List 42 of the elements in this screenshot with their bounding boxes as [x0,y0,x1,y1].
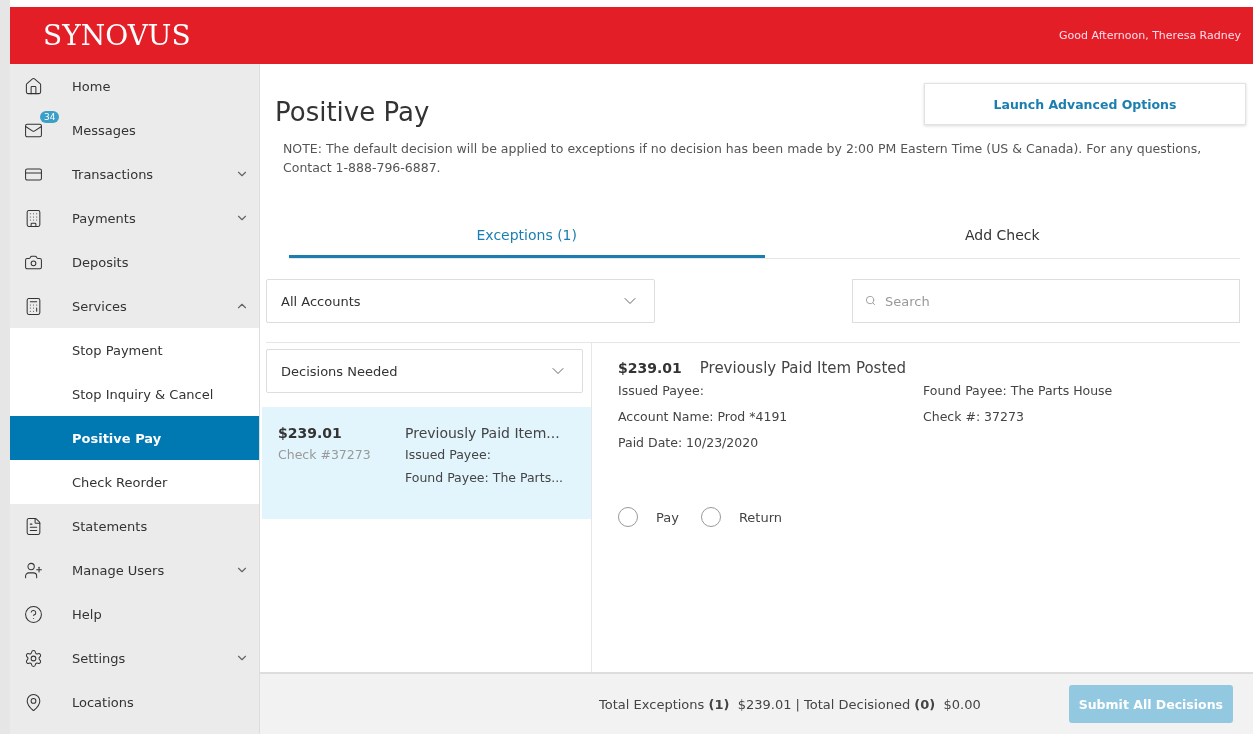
note-text: NOTE: The default decision will be applied to exceptions if no decision has been made by 2:00 PM Eastern Time (US & Canada). For any questions, Contact 1-888-796-6887. [282,140,1203,177]
page-title: Positive Pay [275,97,430,127]
detail-title: Previously Paid Item Posted [699,359,907,377]
item-text: Issued Payee: [405,447,492,462]
radio-label: Return [738,509,783,525]
logo[interactable]: SYNOVUS [43,19,191,52]
totals-text: Total Exceptions (1) $239.01 | Total Decisioned (0) $0.00 [599,696,981,712]
nav-icon [24,560,43,580]
radio-button[interactable] [700,507,721,527]
nav-icon [24,604,43,624]
advanced-options-button[interactable]: Launch Advanced Options [924,83,1246,125]
submenu-item[interactable]: Stop Payment [10,328,259,372]
submenu-item[interactable]: Check Reorder [10,460,259,504]
nav-icon [24,516,43,536]
radio-button[interactable] [618,507,638,527]
detail-field: Account Name: Prod *4191 [618,409,923,424]
decision-dropdown[interactable]: Decisions Needed [266,349,583,393]
submenu-item[interactable]: Positive Pay [10,416,259,460]
item-amount: $239.01 [278,425,343,441]
nav-icon [24,648,43,668]
nav-icon [24,208,43,228]
item-text: Previously Paid Item... [405,425,561,441]
account-dropdown[interactable]: All Accounts [266,279,655,323]
nav-icon [24,76,43,96]
submenu-item[interactable]: Stop Inquiry & Cancel [10,372,259,416]
detail-field: Paid Date: 10/23/2020 [618,435,923,450]
detail-field: Found Payee: The Parts House [923,383,1220,398]
detail-field: Check #: 37273 [923,409,1220,424]
exception-list-item[interactable]: $239.01 Check #37273 Previously Paid Item... Issued Payee: Found Payee: The Parts... [262,407,591,519]
search-field[interactable]: Search [852,279,1240,323]
radio-label: Pay [656,509,679,525]
count-badge: 34 [40,110,60,123]
detail-field: Issued Payee: [618,383,923,398]
check-number: Check #37273 [278,447,372,462]
item-text: Found Payee: The Parts... [405,470,564,485]
tab[interactable]: Add Check [764,217,1240,258]
search-icon [865,295,876,306]
nav-icon [24,296,43,316]
tab[interactable]: Exceptions (1) [289,217,765,258]
detail-amount: $239.01 [618,360,682,376]
greeting: Good Afternoon, Theresa Radney [1059,29,1241,42]
nav-icon [24,692,43,712]
